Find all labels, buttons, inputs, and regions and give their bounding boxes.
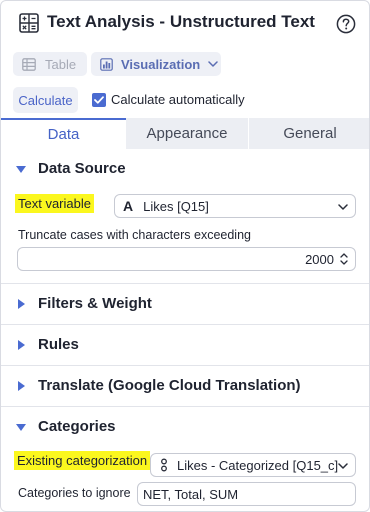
section-translate[interactable]: Translate (Google Cloud Translation) — [1, 375, 369, 399]
categories-ignore-value: NET, Total, SUM — [143, 486, 239, 502]
page-title: Text Analysis - Unstructured Text — [47, 12, 315, 31]
visualization-label: Visualization — [121, 56, 201, 72]
collapse-arrow-icon — [16, 166, 26, 173]
section-title: Categories — [38, 418, 116, 435]
chart-icon — [100, 57, 113, 71]
categories-ignore-input[interactable]: NET, Total, SUM — [137, 482, 356, 506]
expand-arrow-icon — [18, 340, 25, 350]
auto-calculate-checkbox[interactable] — [92, 93, 106, 107]
divider — [1, 324, 369, 325]
truncate-number-input[interactable]: 2000 — [17, 247, 356, 271]
expand-arrow-icon — [18, 381, 25, 391]
truncate-value: 2000 — [305, 252, 334, 267]
help-circle-icon[interactable] — [336, 14, 356, 34]
checkmark-icon — [94, 96, 104, 104]
text-variable-value: Likes [Q15] — [143, 198, 209, 214]
section-title: Data Source — [38, 160, 126, 177]
table-button-label: Table — [45, 56, 77, 72]
calculate-button[interactable]: Calculate — [13, 87, 78, 113]
chevron-down-icon — [338, 463, 348, 469]
section-title: Rules — [38, 336, 79, 353]
categories-ignore-label: Categories to ignore — [18, 486, 131, 500]
tab-bar: Data Appearance General — [1, 118, 369, 149]
divider — [1, 406, 369, 407]
tab-data[interactable]: Data — [1, 118, 126, 149]
chevron-down-icon — [338, 204, 348, 210]
section-data-source[interactable]: Data Source — [1, 158, 369, 182]
visualization-dropdown[interactable]: Visualization — [91, 52, 221, 76]
tab-general[interactable]: General — [248, 118, 369, 149]
panel-header: Text Analysis - Unstructured Text — [1, 1, 369, 45]
divider — [1, 283, 369, 284]
existing-categorization-label: Existing categorization — [14, 451, 151, 470]
calculator-icon — [19, 13, 39, 33]
auto-calculate-label[interactable]: Calculate automatically — [111, 92, 245, 107]
table-button[interactable]: Table — [13, 52, 87, 76]
chevron-down-icon — [208, 61, 218, 67]
number-spinner-icon[interactable] — [340, 251, 348, 267]
text-variable-select[interactable]: A Likes [Q15] — [114, 194, 356, 218]
section-title: Translate (Google Cloud Translation) — [38, 377, 301, 394]
tab-appearance[interactable]: Appearance — [126, 118, 248, 149]
existing-categorization-value: Likes - Categorized [Q15_c] — [177, 457, 339, 473]
divider — [1, 365, 369, 366]
expand-arrow-icon — [18, 299, 25, 309]
text-type-icon: A — [123, 198, 134, 214]
section-filters-weight[interactable]: Filters & Weight — [1, 293, 369, 317]
section-categories[interactable]: Categories — [1, 416, 369, 440]
collapse-arrow-icon — [16, 424, 26, 431]
section-rules[interactable]: Rules — [1, 334, 369, 358]
analysis-panel: Text Analysis - Unstructured Text Table … — [0, 0, 370, 512]
text-variable-label: Text variable — [15, 194, 94, 213]
table-icon — [22, 57, 36, 71]
categorical-icon — [161, 458, 167, 472]
existing-categorization-select[interactable]: Likes - Categorized [Q15_c] — [150, 453, 356, 477]
truncate-label: Truncate cases with characters exceeding — [18, 228, 251, 242]
section-title: Filters & Weight — [38, 295, 152, 312]
